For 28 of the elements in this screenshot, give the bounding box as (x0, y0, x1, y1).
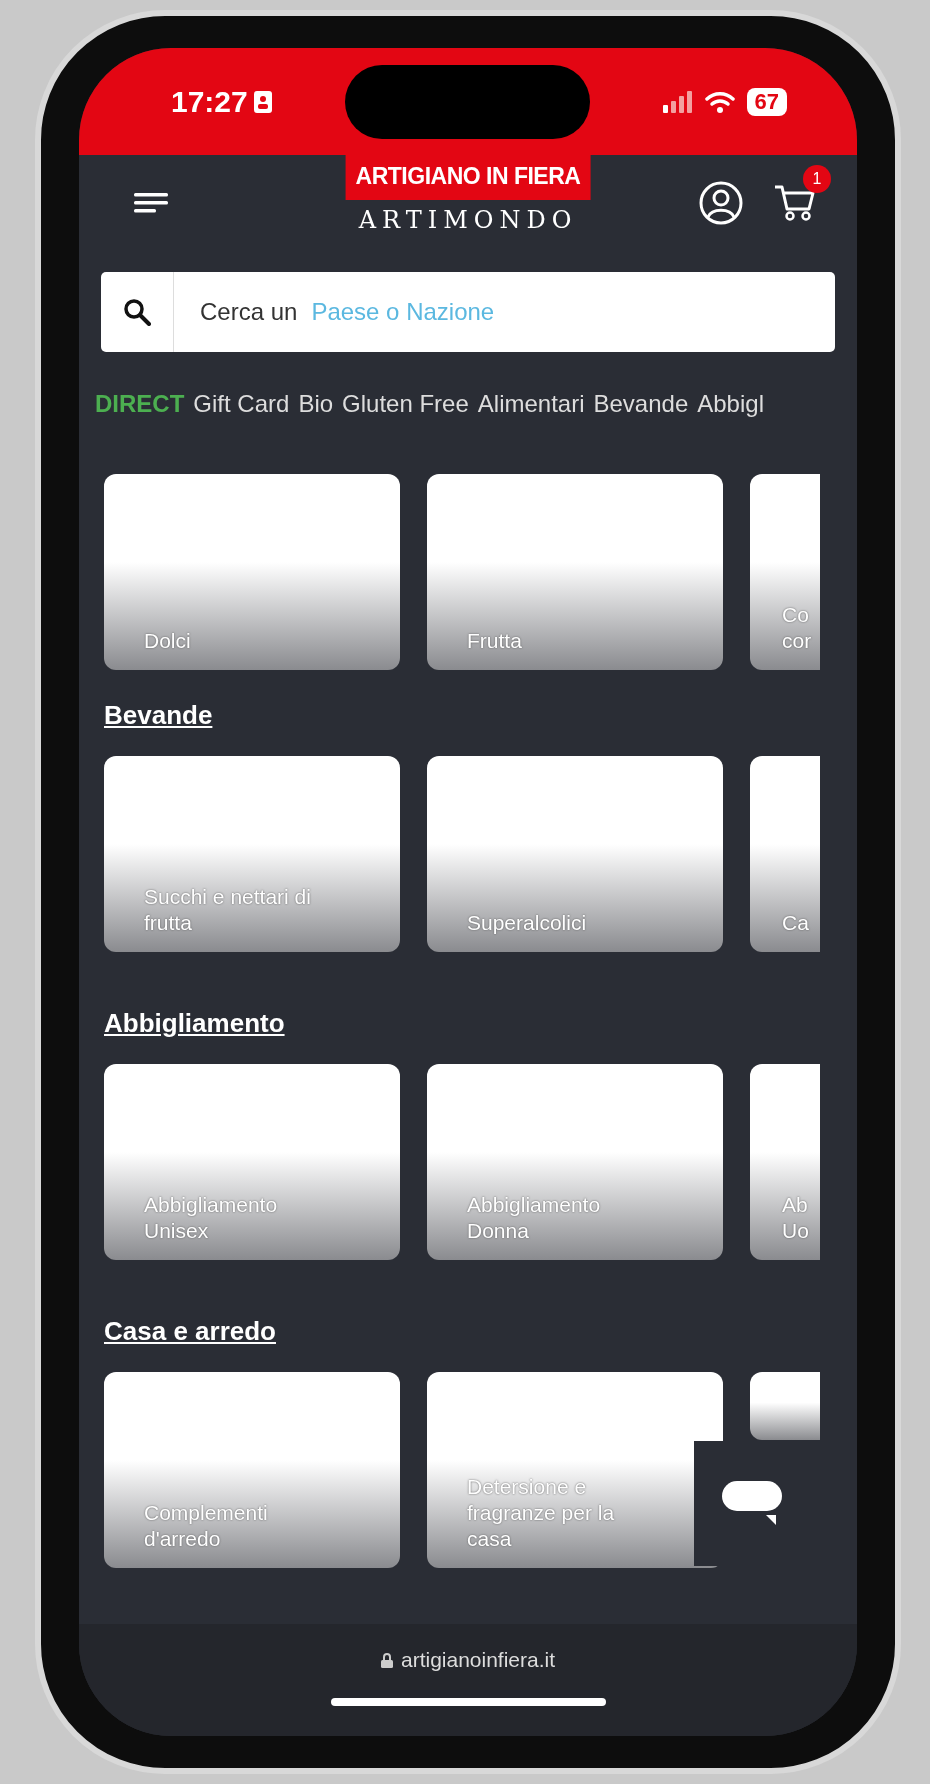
category-link[interactable]: Gift Card (193, 390, 290, 418)
wifi-icon (704, 90, 735, 113)
category-link[interactable]: DIRECT (95, 390, 185, 418)
search-prefix: Cerca un (200, 298, 298, 326)
status-time: 17:27 (171, 84, 248, 119)
search-field[interactable]: Cerca un Paese o Nazione (101, 272, 835, 352)
signal-icon (662, 90, 693, 113)
category-card[interactable] (750, 1372, 820, 1440)
brand-wordmark[interactable]: ARTIMONDO (358, 206, 578, 234)
search-icon[interactable] (123, 298, 151, 326)
cart-count-badge: 1 (803, 164, 831, 193)
category-link[interactable]: Abbigl (697, 390, 764, 418)
url-text[interactable]: artigianoinfiera.it (380, 1648, 556, 1672)
lock-icon (380, 1652, 393, 1668)
battery-level: 67 (746, 87, 787, 116)
category-card[interactable]: Detersione e fragranze per la casa (427, 1372, 723, 1568)
category-link[interactable]: Alimentari (477, 390, 585, 418)
section-heading-link[interactable]: Bevande (104, 700, 213, 731)
menu-icon[interactable] (134, 190, 168, 215)
category-link[interactable]: Gluten Free (342, 390, 469, 418)
brand-logo-banner[interactable]: ARTIGIANO IN FIERA (345, 155, 591, 200)
chat-bubble-icon[interactable] (721, 1480, 782, 1527)
category-link[interactable]: Bio (298, 390, 334, 418)
id-card-icon (253, 90, 272, 113)
category-link[interactable]: Bevande (593, 390, 689, 418)
section-heading-link[interactable]: Abbigliamento (104, 1008, 285, 1039)
user-icon[interactable] (699, 180, 743, 225)
section-heading-link[interactable]: Casa e arredo (104, 1316, 276, 1347)
